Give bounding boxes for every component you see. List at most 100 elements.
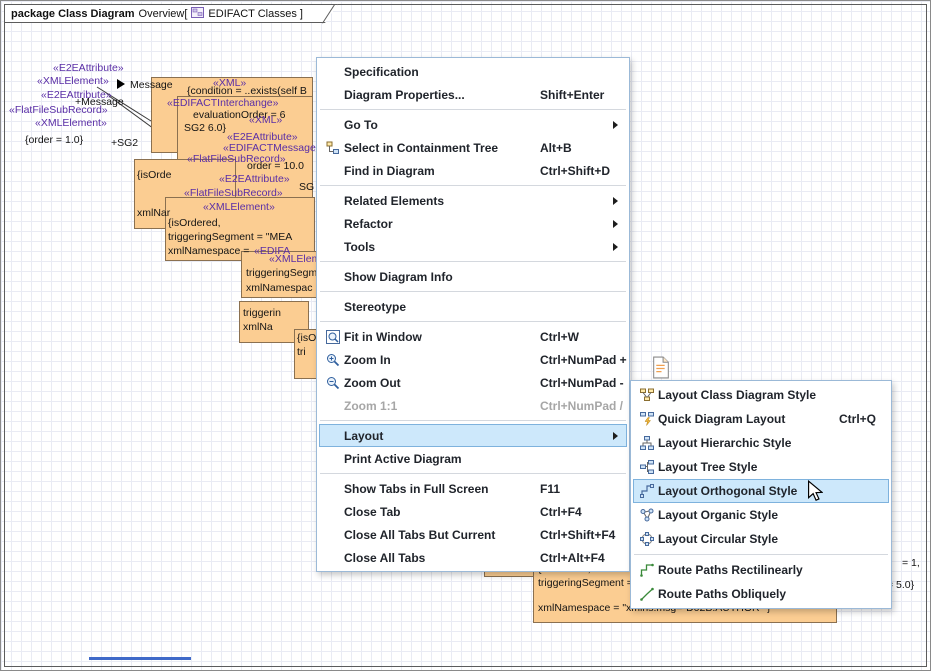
menu-separator [320,420,626,421]
menu-item-label: Refactor [344,217,393,231]
stereotype-label: «XMLElement» [203,201,275,213]
menu-separator [320,261,626,262]
zoom-out-icon [322,376,344,390]
menu-item-shortcut: Ctrl+NumPad + [540,353,627,367]
menu-item-label: Quick Diagram Layout [658,412,785,426]
context-menu: Specification Diagram Properties... Shif… [316,57,630,572]
role-label: SG [299,181,314,193]
menu-item-find-in-diagram[interactable]: Find in Diagram Ctrl+Shift+D [319,159,627,182]
menu-item-label: Close All Tabs But Current [344,528,495,542]
stereotype-label: «E2EAttribute» [53,62,124,74]
menu-separator [320,185,626,186]
diagram-frame-header[interactable]: package Class Diagram Overview[ EDIFACT … [4,4,338,23]
property-label: {isOrdered, [168,217,221,229]
menu-item-shortcut: Ctrl+Shift+D [540,164,610,178]
menu-item-label: Layout Tree Style [658,460,757,474]
circular-layout-icon [636,532,658,546]
submenu-item-layout-organic-style[interactable]: Layout Organic Style [633,503,889,527]
property-label: xmlNar [137,207,170,219]
property-label: SG2 6.0} [184,122,226,134]
menu-item-zoom-out[interactable]: Zoom Out Ctrl+NumPad - [319,371,627,394]
menu-separator [320,109,626,110]
menu-item-layout[interactable]: Layout [319,424,627,447]
menu-item-label: Layout Hierarchic Style [658,436,791,450]
menu-item-label: Layout [344,429,383,443]
property-label: xmlNamespac [246,282,313,294]
submenu-arrow-icon [613,243,618,251]
menu-item-close-all-tabs-but-current[interactable]: Close All Tabs But Current Ctrl+Shift+F4 [319,523,627,546]
menu-item-shortcut: Ctrl+NumPad - [540,376,624,390]
property-label: order = 10.0 [247,160,304,172]
submenu-arrow-icon [613,432,618,440]
submenu-arrow-icon [613,197,618,205]
submenu-item-layout-hierarchic-style[interactable]: Layout Hierarchic Style [633,431,889,455]
menu-item-shortcut: Ctrl+Alt+F4 [540,551,605,565]
menu-item-label: Diagram Properties... [344,88,465,102]
menu-item-label: Tools [344,240,375,254]
menu-item-label: Select in Containment Tree [344,141,498,155]
menu-item-close-tab[interactable]: Close Tab Ctrl+F4 [319,500,627,523]
menu-item-label: Zoom 1:1 [344,399,397,413]
orthogonal-layout-icon [636,484,658,498]
menu-item-label: Related Elements [344,194,444,208]
zoom-in-icon [322,353,344,367]
submenu-item-route-paths-rectilinearly[interactable]: Route Paths Rectilinearly [633,558,889,582]
menu-item-label: Zoom In [344,353,391,367]
diagram-canvas[interactable]: «E2EAttribute» «XMLElement» Message «E2E… [0,0,931,671]
menu-item-zoom-1-1: Zoom 1:1 Ctrl+NumPad / [319,394,627,417]
menu-item-label: Close All Tabs [344,551,425,565]
property-label: tri [297,346,306,358]
menu-item-shortcut: Alt+B [540,141,572,155]
role-label: +SG2 [111,137,138,149]
menu-item-close-all-tabs[interactable]: Close All Tabs Ctrl+Alt+F4 [319,546,627,569]
menu-item-show-diagram-info[interactable]: Show Diagram Info [319,265,627,288]
submenu-item-layout-orthogonal-style[interactable]: Layout Orthogonal Style [633,479,889,503]
submenu-item-layout-circular-style[interactable]: Layout Circular Style [633,527,889,551]
property-label: {isO [297,332,316,344]
menu-item-stereotype[interactable]: Stereotype [319,295,627,318]
menu-item-related-elements[interactable]: Related Elements [319,189,627,212]
menu-item-shortcut: Ctrl+W [540,330,579,344]
menu-item-specification[interactable]: Specification [319,60,627,83]
navigation-triangle-icon [117,79,125,89]
menu-item-label: Print Active Diagram [344,452,462,466]
menu-item-refactor[interactable]: Refactor [319,212,627,235]
menu-item-go-to[interactable]: Go To [319,113,627,136]
menu-item-label: Stereotype [344,300,406,314]
menu-item-shortcut: Ctrl+Shift+F4 [540,528,615,542]
stereotype-label: «XMLElement» [37,75,109,87]
submenu-item-layout-class-diagram-style[interactable]: Layout Class Diagram Style [633,383,889,407]
hierarchic-layout-icon [636,436,658,450]
frame-header-title: package Class Diagram [11,8,135,20]
menu-item-label: Route Paths Obliquely [658,587,786,601]
menu-separator [320,473,626,474]
frame-header-diagram-name: EDIFACT Classes ] [208,8,303,20]
menu-item-fit-in-window[interactable]: Fit in Window Ctrl+W [319,325,627,348]
property-label: xmlNamespace = [168,245,249,257]
frame-header-subtitle: Overview[ [139,8,188,20]
fit-window-icon [322,330,344,344]
menu-item-label: Go To [344,118,378,132]
submenu-item-route-paths-obliquely[interactable]: Route Paths Obliquely [633,582,889,606]
menu-separator [320,291,626,292]
menu-separator [320,321,626,322]
menu-item-print-active-diagram[interactable]: Print Active Diagram [319,447,627,470]
submenu-arrow-icon [613,121,618,129]
menu-item-label: Layout Orthogonal Style [658,484,797,498]
menu-item-zoom-in[interactable]: Zoom In Ctrl+NumPad + [319,348,627,371]
menu-item-label: Close Tab [344,505,400,519]
stereotype-label: «EDIFACTInterchange» [167,97,278,109]
menu-item-label: Find in Diagram [344,164,435,178]
constraint-label: {condition = ..exists(self B [187,85,307,97]
class-name-label: Message [130,79,173,91]
submenu-item-quick-diagram-layout[interactable]: Quick Diagram Layout Ctrl+Q [633,407,889,431]
organic-layout-icon [636,508,658,522]
menu-item-show-tabs-in-full-screen[interactable]: Show Tabs in Full Screen F11 [319,477,627,500]
property-label: triggeringSegment = "MEA [168,231,292,243]
menu-item-diagram-properties[interactable]: Diagram Properties... Shift+Enter [319,83,627,106]
menu-item-select-in-containment-tree[interactable]: Select in Containment Tree Alt+B [319,136,627,159]
menu-item-tools[interactable]: Tools [319,235,627,258]
route-oblique-icon [636,587,658,601]
submenu-item-layout-tree-style[interactable]: Layout Tree Style [633,455,889,479]
menu-item-label: Specification [344,65,419,79]
